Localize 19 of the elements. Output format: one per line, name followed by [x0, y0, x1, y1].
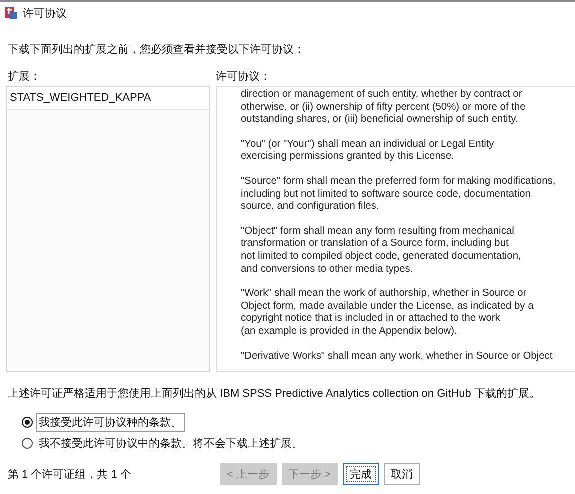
dialog-button[interactable]: 取消	[384, 463, 420, 485]
license-paragraph: "Derivative Works" shall mean any work, whether in Source or Object	[241, 350, 554, 364]
window-title: 许可协议	[23, 6, 67, 20]
license-paragraph: "Source" form shall mean the preferred form for making modifications, including but not limited to software source code, documentation source, and configuration files.	[241, 176, 557, 214]
app-icon	[4, 6, 18, 20]
license-paragraph: direction or management of such entity, whether by contract or otherwise, or (ii) ownership of fifty percent (50%) or more of the outstanding shares, or (iii) beneficial ownership of such entity.	[241, 89, 527, 127]
dialog-button[interactable]: 完成	[343, 463, 379, 485]
license-group-status: 第 1 个许可证组，共 1 个	[8, 468, 132, 482]
license-paragraph: "Object" form shall mean any form resulting from mechanical transformation or translation of a Source form, including but not limited to compiled object code, generated documentation, and conversions to other media types.	[241, 226, 522, 276]
license-paragraph: "You" (or "Your") shall mean an individual or Legal Entity exercising permissions granted by this License.	[241, 138, 496, 164]
radio-option[interactable]: 我不接受此许可协议中的条款。将不会下载上述扩展。	[22, 434, 306, 453]
instruction-text: 下载下面列出的扩展之前，您必须查看并接受以下许可协议：	[8, 42, 306, 57]
license-scope-note: 上述许可证严格适用于您使用上面列出的从 IBM SPSS Predictive Analytics collection on GitHub 下载的扩展。	[8, 386, 542, 401]
license-label: 许可协议：	[216, 70, 271, 84]
extension-item[interactable]: STATS_WEIGHTED_KAPPA	[7, 87, 209, 110]
radio-button[interactable]	[22, 438, 33, 449]
radio-button[interactable]	[22, 417, 33, 428]
extensions-label: 扩展：	[8, 70, 42, 84]
license-paragraph: "Work" shall mean the work of authorship, whether in Source or Object form, made available under the License, as indicated by a copyright notice that is included in or attached to the work (an example is provided in the Appendix below).	[241, 288, 535, 338]
